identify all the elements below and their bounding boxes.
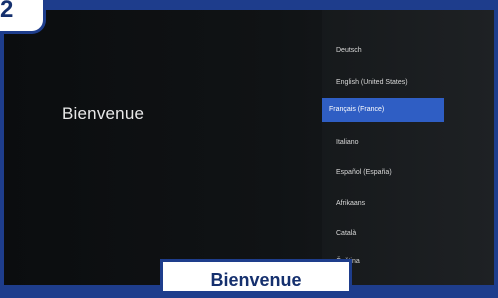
language-item-catala[interactable]: Català [330, 222, 450, 246]
tutorial-frame: Bienvenue Deutsch English (United States… [0, 0, 498, 291]
step-number-badge: 2 [0, 0, 46, 34]
language-item-english-us[interactable]: English (United States) [330, 71, 450, 95]
caption-label: Bienvenue [160, 259, 352, 291]
tv-screen: Bienvenue Deutsch English (United States… [4, 10, 494, 285]
language-item-espanol[interactable]: Español (España) [330, 161, 450, 185]
caption-text: Bienvenue [210, 270, 302, 290]
language-item-italiano[interactable]: Italiano [330, 131, 450, 155]
language-list: Deutsch English (United States) Français… [322, 10, 494, 285]
welcome-title: Bienvenue [62, 104, 145, 123]
language-item-deutsch[interactable]: Deutsch [330, 39, 450, 63]
language-item-francais-selected[interactable]: Français (France) [322, 98, 444, 122]
language-item-afrikaans[interactable]: Afrikaans [330, 192, 450, 216]
step-number: 2 [0, 0, 14, 23]
